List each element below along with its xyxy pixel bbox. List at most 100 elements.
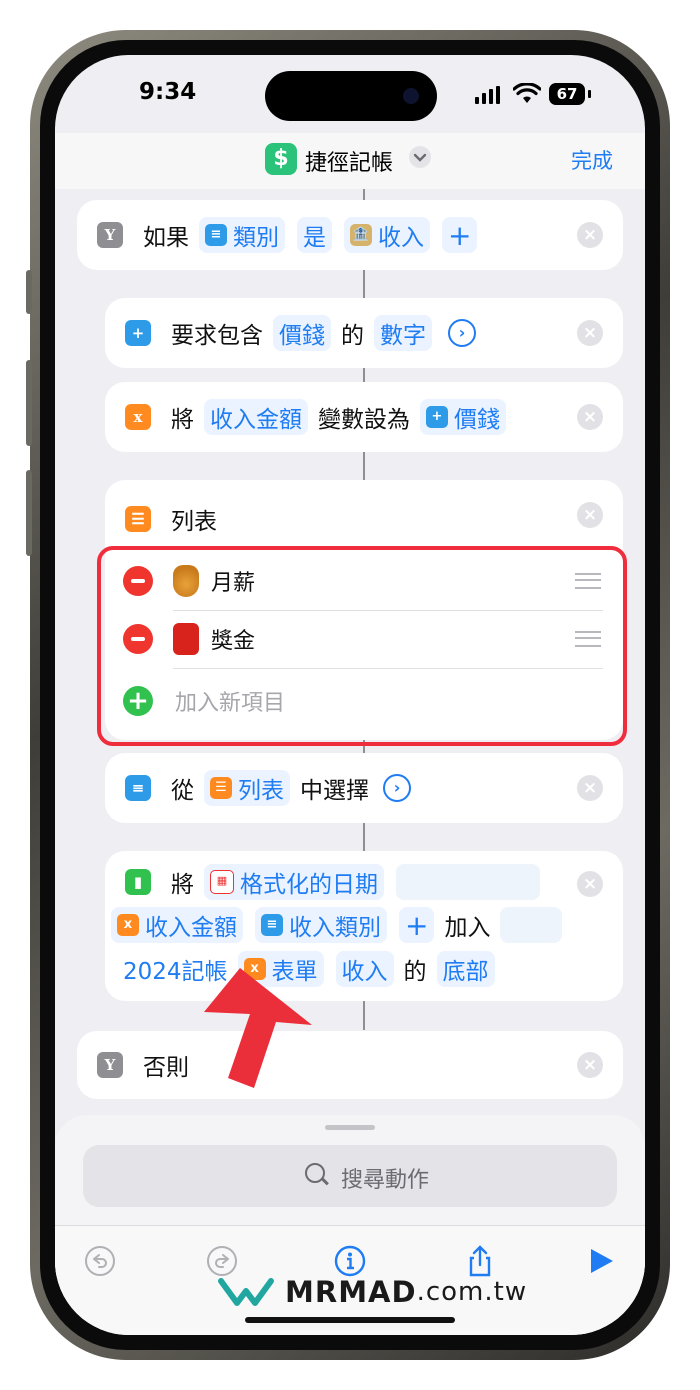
condition-operator-token[interactable]: 是 xyxy=(297,217,332,253)
remove-action-icon[interactable]: × xyxy=(577,775,603,801)
choose-icon: ≡ xyxy=(125,775,151,801)
text-icon: ≡ xyxy=(261,914,283,936)
play-icon[interactable] xyxy=(583,1244,617,1278)
variable-icon: x xyxy=(125,404,151,430)
numbers-app-icon: ▮ xyxy=(125,869,151,895)
income-amount-label: 收入金額 xyxy=(145,915,237,941)
add-condition-button[interactable]: + xyxy=(442,217,478,253)
flow-connector xyxy=(363,1000,365,1030)
otherwise-card[interactable]: Y 否則 × xyxy=(77,1031,623,1099)
camera-icon xyxy=(403,88,419,104)
annotation-arrow-icon xyxy=(204,968,312,1088)
set-label: 將 xyxy=(171,872,194,898)
list-variable-token[interactable]: ☰ 列表 xyxy=(204,770,290,806)
search-placeholder: 搜尋動作 xyxy=(341,1168,430,1193)
branch-icon: Y xyxy=(97,222,123,248)
remove-action-icon[interactable]: × xyxy=(577,502,603,528)
text-icon: ≡ xyxy=(205,224,227,246)
sheet-grabber[interactable] xyxy=(325,1125,375,1130)
info-icon[interactable] xyxy=(333,1244,367,1278)
watermark-domain: .com.tw xyxy=(416,1277,528,1307)
wifi-icon xyxy=(513,83,541,103)
highlight-box xyxy=(97,546,627,746)
battery-icon: 67 xyxy=(549,83,585,105)
list-title: 列表 xyxy=(171,509,217,535)
formatted-date-label: 格式化的日期 xyxy=(240,872,378,898)
set-label: 將 xyxy=(171,407,194,433)
set-variable-card[interactable]: x 將 收入金額 變數設為 + 價錢 × xyxy=(105,382,623,452)
choose-from-list-card[interactable]: ≡ 從 ☰ 列表 中選擇 › × xyxy=(105,753,623,823)
income-category-token[interactable]: ≡ 收入類別 xyxy=(255,907,387,943)
choose-label: 中選擇 xyxy=(300,778,369,804)
if-action-card[interactable]: Y 如果 ≡ 類別 是 🏦 收入 + × xyxy=(77,200,623,270)
ask-input-icon: + xyxy=(125,320,151,346)
flow-connector xyxy=(363,367,365,383)
of-label: 的 xyxy=(403,959,427,985)
ask-input-icon: + xyxy=(426,406,448,428)
expand-chevron-icon[interactable]: › xyxy=(383,774,411,802)
flow-connector xyxy=(363,822,365,852)
shortcut-icon[interactable]: $ xyxy=(265,143,297,175)
of-label: 的 xyxy=(341,323,364,349)
volume-down-button xyxy=(26,470,32,556)
if-label: 如果 xyxy=(143,225,189,251)
income-value-token[interactable]: 🏦 收入 xyxy=(344,217,430,253)
battery-cap xyxy=(588,90,591,98)
calendar-icon: ▦ xyxy=(210,870,234,894)
remove-action-icon[interactable]: × xyxy=(577,1052,603,1078)
income-amount-variable-token[interactable]: 收入金額 xyxy=(204,399,308,435)
bank-icon: 🏦 xyxy=(350,224,372,246)
watermark: MRMAD .com.tw xyxy=(217,1275,527,1309)
income-value-label: 收入 xyxy=(378,225,424,251)
bottom-position-token[interactable]: 底部 xyxy=(436,951,495,987)
variable-icon: x xyxy=(117,914,139,936)
branch-icon: Y xyxy=(97,1052,123,1078)
search-icon xyxy=(305,1163,325,1183)
watermark-brand: MRMAD xyxy=(285,1275,417,1309)
remove-action-icon[interactable]: × xyxy=(577,404,603,430)
ask-input-card[interactable]: + 要求包含 價錢 的 數字 › × xyxy=(105,298,623,368)
shortcut-title[interactable]: 捷徑記帳 xyxy=(305,145,393,177)
price-value-label: 價錢 xyxy=(454,407,500,433)
remove-action-icon[interactable]: × xyxy=(577,222,603,248)
set-to-label: 變數設為 xyxy=(318,407,410,433)
price-value-token[interactable]: + 價錢 xyxy=(420,399,506,435)
status-time: 9:34 xyxy=(139,79,197,105)
done-button[interactable]: 完成 xyxy=(571,145,613,175)
flow-connector xyxy=(363,269,365,299)
mrmad-logo-icon xyxy=(218,1278,274,1306)
action-button xyxy=(26,270,32,314)
volume-up-button xyxy=(26,360,32,446)
share-icon[interactable] xyxy=(463,1244,497,1278)
screen: 9:34 67 $ 捷徑記帳 完成 Y 如果 ≡ 類別 是 🏦 收入 + × +… xyxy=(55,55,645,1335)
chevron-down-icon[interactable] xyxy=(409,146,431,168)
income-sheet-token[interactable]: 收入 xyxy=(335,951,394,987)
add-to-numbers-card[interactable]: ▮ 將 ▦ 格式化的日期 x 收入金額 ≡ 收入類別 + 加入 2024記帳 x 表單 … xyxy=(105,851,623,1001)
category-variable-token[interactable]: ≡ 類別 xyxy=(199,217,285,253)
category-variable-label: 類別 xyxy=(233,225,279,251)
price-prompt-token[interactable]: 價錢 xyxy=(273,315,331,351)
ask-label: 要求包含 xyxy=(171,323,263,349)
list-icon: ☰ xyxy=(125,506,151,532)
empty-token[interactable] xyxy=(500,907,563,943)
income-amount-token[interactable]: x 收入金額 xyxy=(111,907,243,943)
undo-icon[interactable] xyxy=(83,1244,117,1278)
from-label: 從 xyxy=(171,778,194,804)
list-variable-label: 列表 xyxy=(238,778,284,804)
search-field[interactable]: 搜尋動作 xyxy=(83,1145,617,1207)
empty-token[interactable] xyxy=(396,864,540,900)
list-icon: ☰ xyxy=(210,777,232,799)
income-category-label: 收入類別 xyxy=(289,915,381,941)
number-type-token[interactable]: 數字 xyxy=(374,315,432,351)
navigation-bar: $ 捷徑記帳 完成 xyxy=(55,133,645,189)
remove-action-icon[interactable]: × xyxy=(577,320,603,346)
add-field-button[interactable]: + xyxy=(399,907,435,943)
dynamic-island xyxy=(265,71,437,121)
redo-icon[interactable] xyxy=(205,1244,239,1278)
formatted-date-token[interactable]: ▦ 格式化的日期 xyxy=(204,864,384,900)
flow-connector xyxy=(363,450,365,480)
remove-action-icon[interactable]: × xyxy=(577,871,603,897)
expand-chevron-icon[interactable]: › xyxy=(448,319,476,347)
signal-icon xyxy=(475,86,501,104)
home-indicator[interactable] xyxy=(245,1317,455,1323)
